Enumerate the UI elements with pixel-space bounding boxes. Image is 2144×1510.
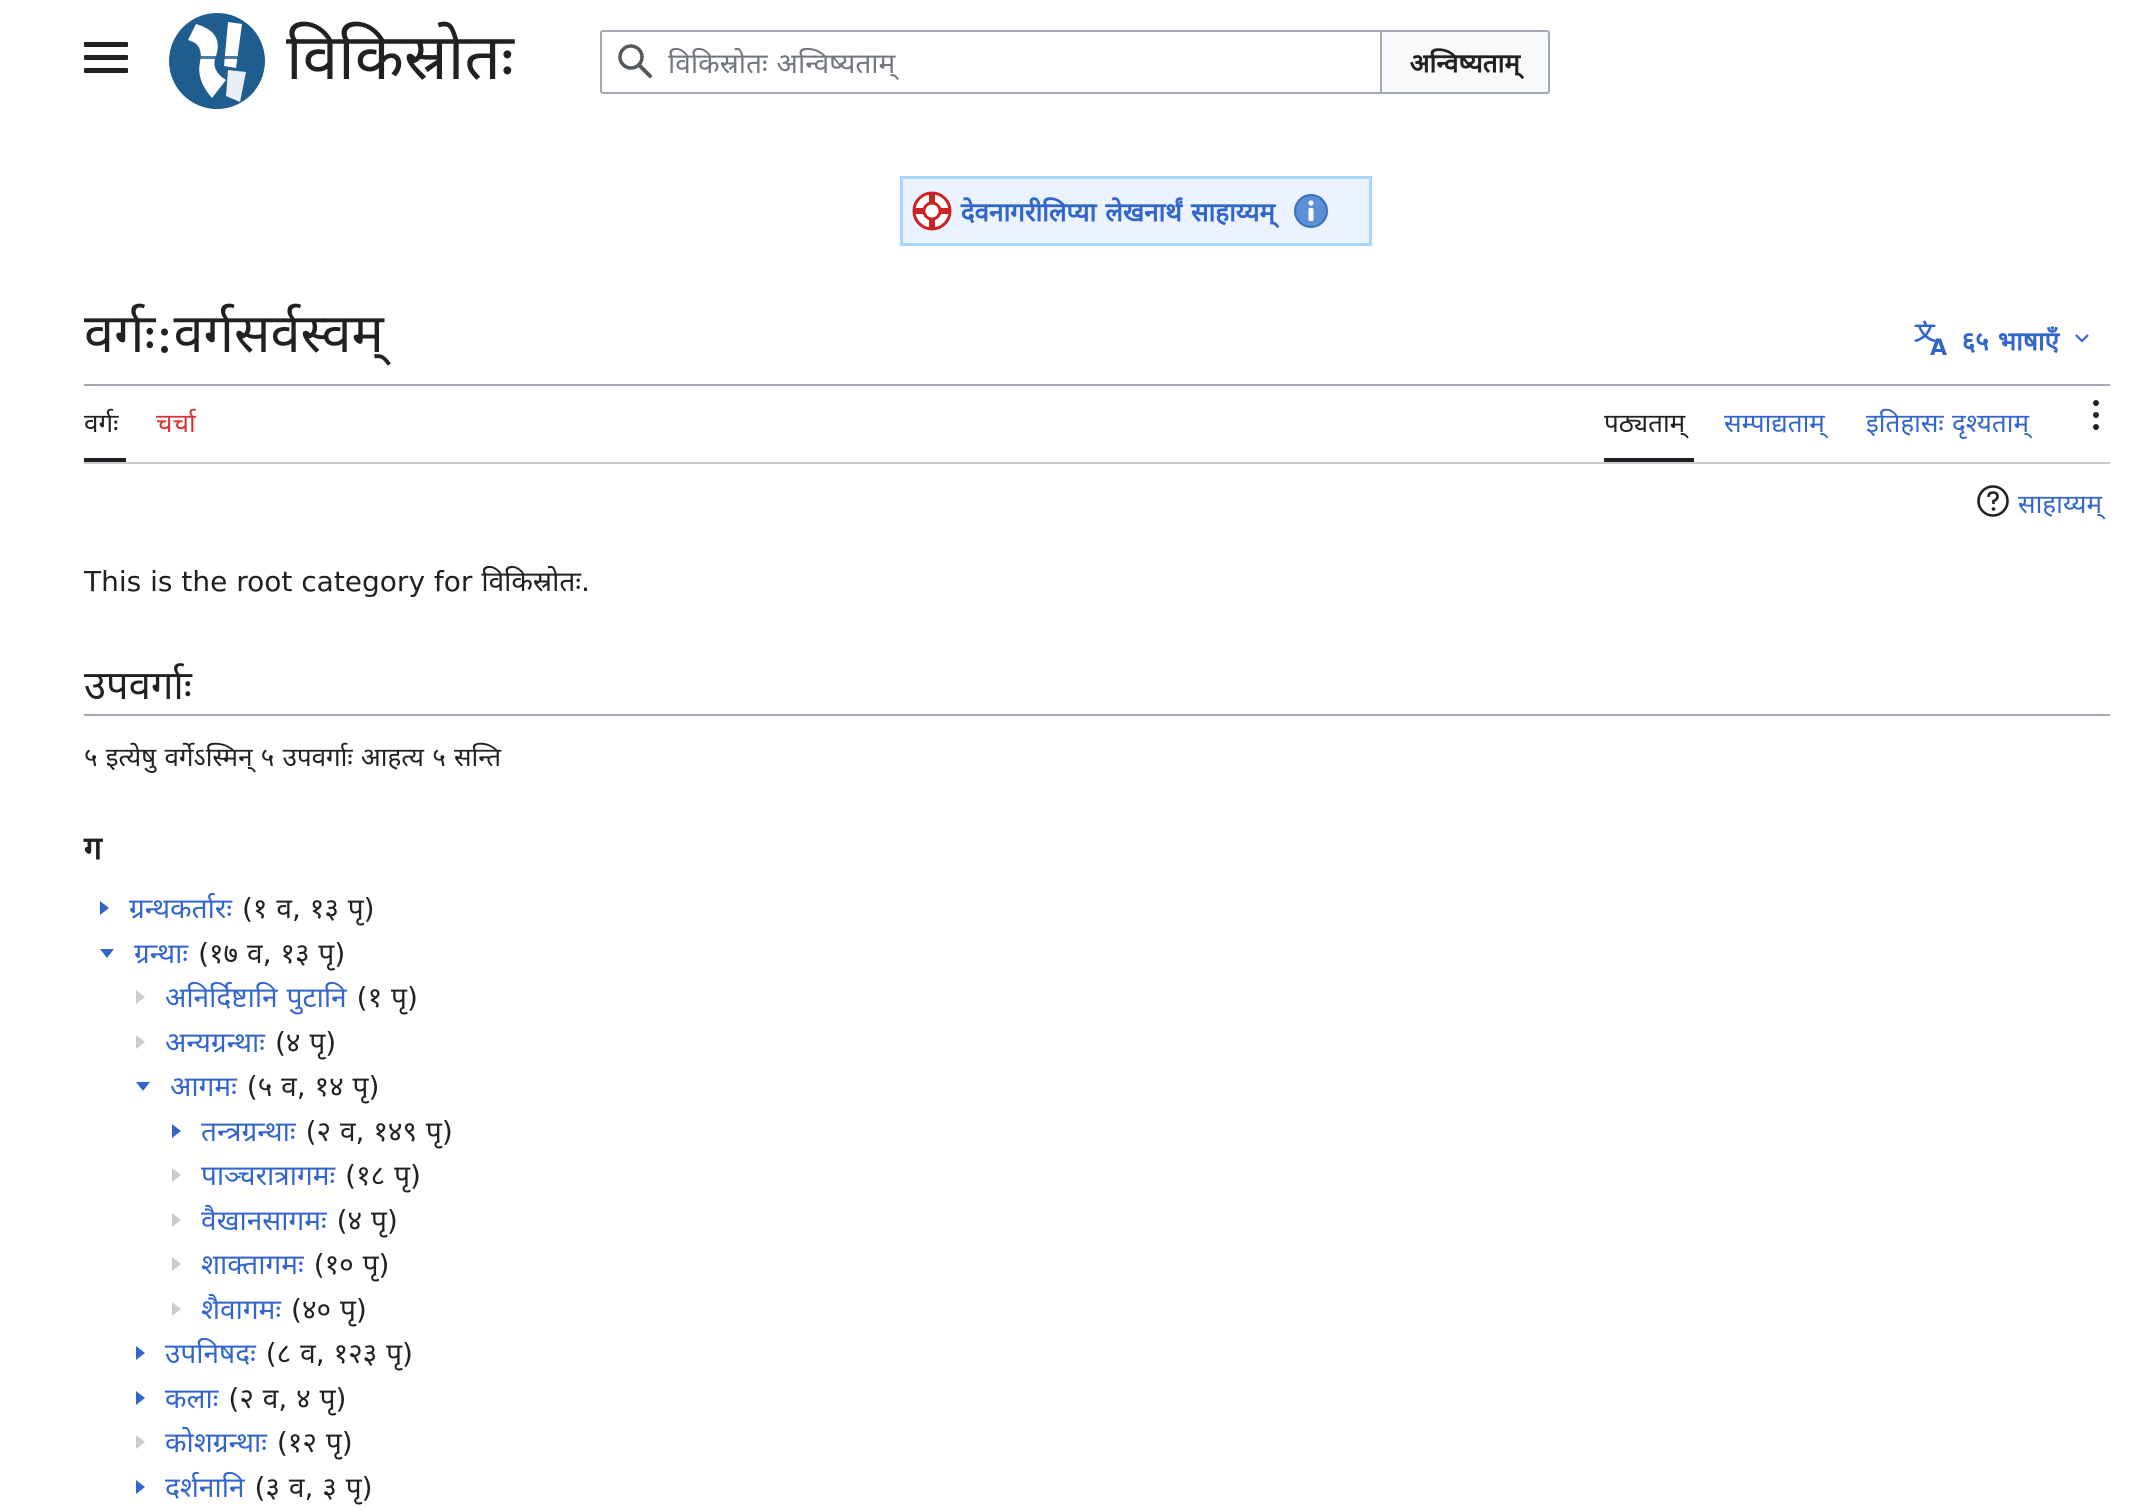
tree-item-count: (१ पृ) [356,981,418,1014]
tabs-divider [84,462,2110,464]
tree-item-count: (१ व, १३ पृ) [242,892,375,925]
tree-item-link[interactable]: कलाः [165,1379,218,1417]
tree-item-count: (५ व, १४ पृ) [246,1070,380,1103]
wikisource-logo[interactable] [166,10,268,112]
tree-item: आगमः (५ व, १४ पृ) [136,1064,379,1108]
tree-item-count: (१७ व, १३ पृ) [198,937,346,970]
tree-item: तन्त्रग्रन्थाः (२ व, १४९ पृ) [172,1109,453,1153]
expand-toggle-icon [172,1213,181,1227]
tree-item: ग्रन्थाः (१७ व, १३ पृ) [100,931,345,975]
search-button[interactable]: अन्विष्यताम् [1380,30,1550,94]
devanagari-help-link[interactable]: देवनागरीलिप्या लेखनार्थं साहाय्यम् [961,193,1275,229]
tree-item-count: (४ पृ) [336,1204,398,1237]
expand-toggle-icon[interactable] [100,901,109,915]
tree-item-link[interactable]: अनिर्दिष्टानि पुटानि [165,978,347,1016]
collapse-toggle-icon[interactable] [100,948,114,958]
tree-item-link[interactable]: उपनिषदः [165,1334,256,1372]
tree-item-count: (४ पृ) [274,1026,337,1059]
expand-toggle-icon [136,990,145,1004]
tree-item: उपनिषदः (८ व, १२३ पृ) [136,1331,413,1375]
collapse-toggle-icon[interactable] [136,1081,150,1091]
expand-toggle-icon[interactable] [172,1124,181,1138]
tree-item: अन्यग्रन्थाः (४ पृ) [136,1020,336,1064]
help-label: साहाय्यम् [2018,490,2103,520]
tree-item: कलाः (२ व, ४ पृ) [136,1376,346,1420]
tree-item-link[interactable]: शैवागमः [201,1290,281,1328]
tab-talk[interactable]: चर्चा [156,404,196,440]
tree-item: कोशग्रन्थाः (१२ पृ) [136,1420,353,1464]
tree-item-count: (१८ पृ) [345,1159,421,1192]
expand-toggle-icon [136,1435,145,1449]
site-notice-banner: देवनागरीलिप्या लेखनार्थं साहाय्यम् [900,176,1372,246]
tree-item: वैखानसागमः (४ पृ) [172,1198,398,1242]
tree-item-count: (४० पृ) [291,1293,367,1326]
tree-item: ग्रन्थकर्तारः (१ व, १३ पृ) [100,886,375,930]
tree-item: अनिर्दिष्टानि पुटानि (१ पृ) [136,975,418,1019]
search-input[interactable] [666,34,1370,92]
tree-item-count: (२ व, १४९ पृ) [305,1115,453,1148]
hamburger-menu-icon[interactable] [84,42,128,82]
expand-toggle-icon [136,1035,145,1049]
chevron-down-icon [2073,329,2091,351]
tab-history[interactable]: इतिहासः दृश्यताम् [1866,404,2029,440]
tree-item-count: (२ व, ४ पृ) [228,1382,347,1415]
tree-item-count: (३ व, ३ पृ) [254,1471,373,1504]
tab-edit[interactable]: सम्पाद्यताम् [1724,404,1825,440]
language-count-label: ६५ भाषाएँ [1962,327,2060,357]
tree-item-count: (१२ पृ) [276,1426,353,1459]
tree-item: दर्शनानि (३ व, ३ पृ) [136,1465,373,1509]
tree-item-link[interactable]: कोशग्रन्थाः [165,1423,267,1461]
search-icon [616,42,654,80]
language-selector-button[interactable]: 文 A ६५ भाषाएँ [1912,316,2091,364]
tree-item-link[interactable]: शाक्तागमः [201,1245,304,1283]
tree-item-link[interactable]: अन्यग्रन्थाः [165,1023,265,1061]
letter-group-heading: ग [84,829,103,867]
tree-item-link[interactable]: ग्रन्थकर्तारः [129,889,232,927]
category-intro-text: This is the root category for विकिस्रोतः… [84,565,590,598]
translate-language-icon: 文 A [1912,318,1952,362]
tree-item-link[interactable]: तन्त्रग्रन्थाः [201,1112,296,1150]
subcategories-heading: उपवर्गाः [84,663,192,709]
tree-item-link[interactable]: वैखानसागमः [201,1201,327,1239]
more-actions-icon[interactable] [2086,400,2106,440]
tree-item-link[interactable]: आगमः [170,1067,237,1105]
title-divider [84,384,2110,386]
info-icon[interactable] [1293,193,1329,229]
tab-category[interactable]: वर्गः [84,404,118,440]
tab-read[interactable]: पठ्यताम् [1604,404,1685,440]
expand-toggle-icon[interactable] [136,1480,145,1494]
expand-toggle-icon [172,1302,181,1316]
svg-text:A: A [1930,336,1947,358]
tree-item-link[interactable]: दर्शनानि [165,1468,245,1506]
expand-toggle-icon [172,1257,181,1271]
tree-item-count: (१० पृ) [313,1248,390,1281]
help-link[interactable]: साहाय्यम् [1976,484,2102,522]
site-wordmark[interactable]: विकिस्रोतः [286,26,514,90]
expand-toggle-icon [172,1168,181,1182]
lifebuoy-icon [911,190,953,232]
expand-toggle-icon[interactable] [136,1346,145,1360]
question-circle-icon [1976,484,2010,522]
tree-item-count: (८ व, १२३ पृ) [265,1337,413,1370]
expand-toggle-icon[interactable] [136,1391,145,1405]
tree-item: शैवागमः (४० पृ) [172,1287,367,1331]
tree-item: पाञ्चरात्रागमः (१८ पृ) [172,1153,421,1197]
subcategories-count-text: ५ इत्येषु वर्गेऽस्मिन् ५ उपवर्गाः आहत्य … [84,743,502,773]
tree-item-link[interactable]: ग्रन्थाः [134,934,188,972]
tree-item: शाक्तागमः (१० पृ) [172,1242,389,1286]
tree-item-link[interactable]: पाञ्चरात्रागमः [201,1156,335,1194]
subcategories-divider [84,714,2110,716]
page-title: वर्गः:वर्गसर्वस्वम् [84,302,384,365]
